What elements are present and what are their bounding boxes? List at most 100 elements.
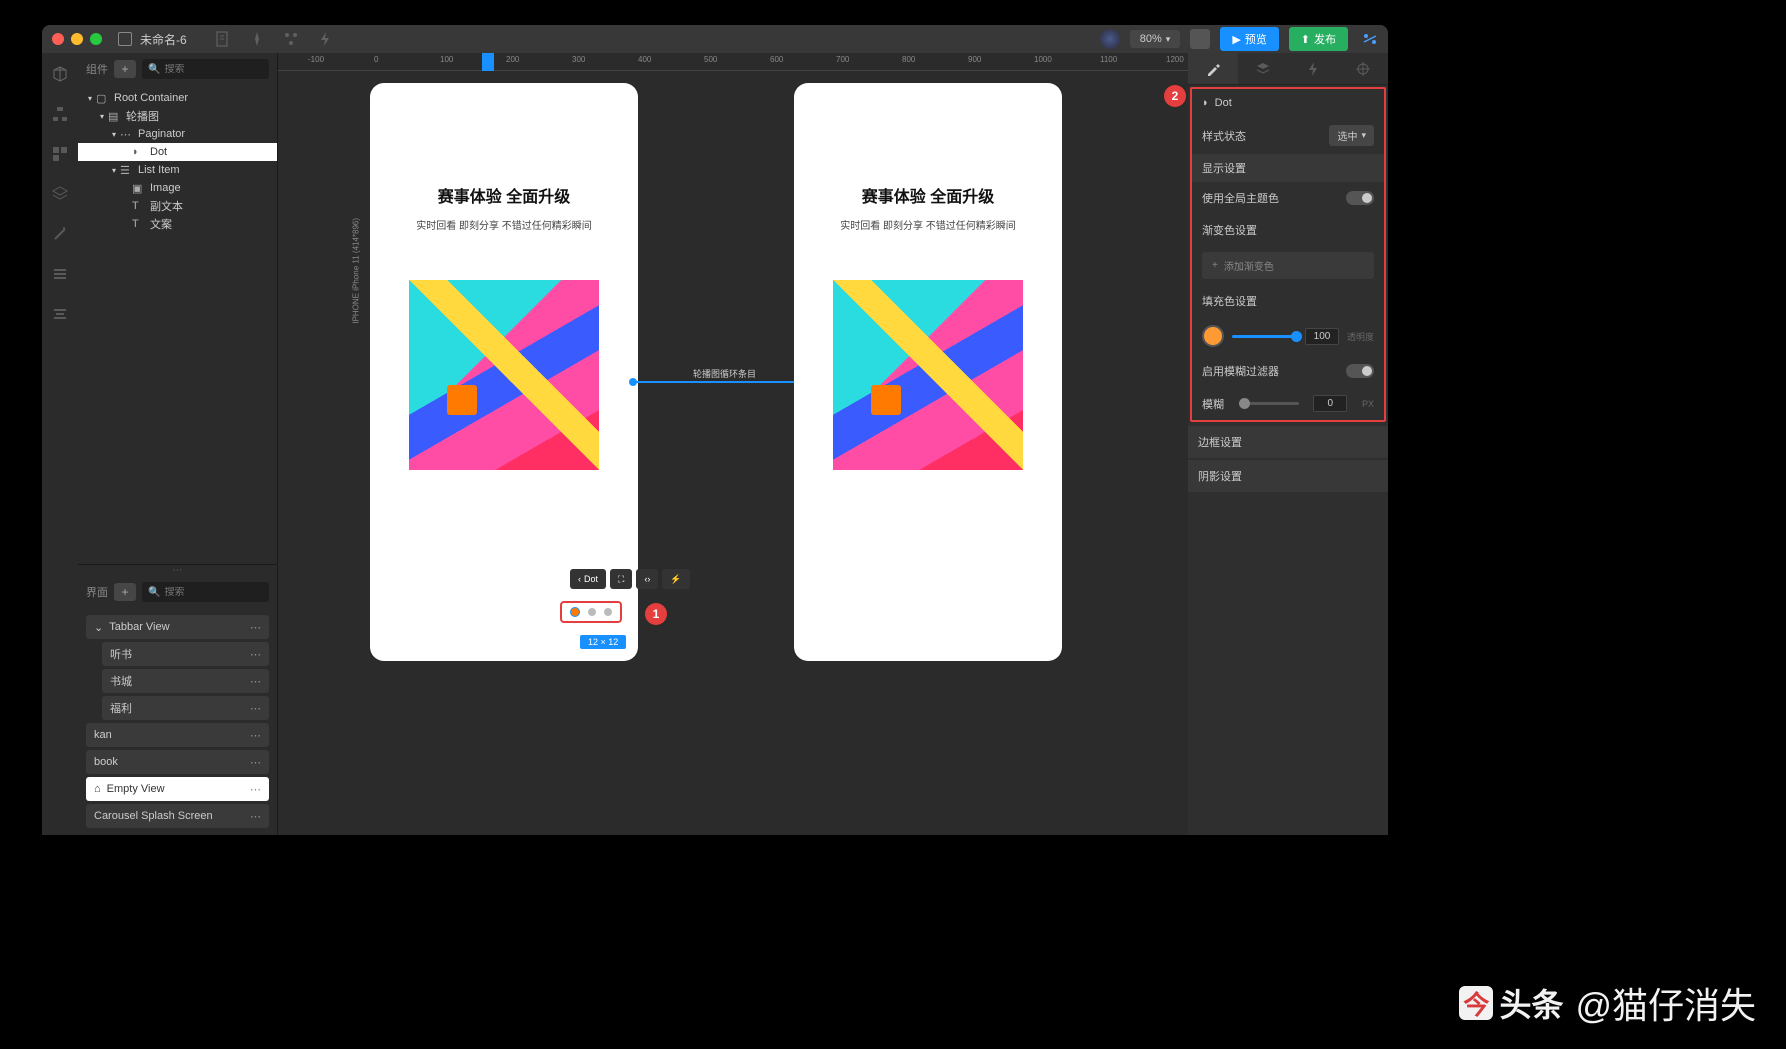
chevron-down-icon [1166, 33, 1171, 45]
tab-debug[interactable] [1338, 53, 1388, 84]
expand-icon[interactable]: ⛶ [610, 569, 632, 589]
tree-subtext[interactable]: T副文本 [78, 197, 277, 215]
search-icon: 🔍 [148, 64, 160, 75]
opacity-unit: 透明度 [1347, 330, 1374, 343]
carousel-image [409, 280, 599, 470]
right-panel: 2 ◗Dot 样式状态 选中 显示设置 使用全局主题色 渐变色设置 +添加渐变色… [1188, 53, 1388, 835]
close-window[interactable] [52, 33, 64, 45]
paginator-dots[interactable] [560, 601, 622, 623]
page-shucheng[interactable]: 书城⋯ [102, 669, 269, 693]
lightning-icon[interactable] [317, 31, 333, 47]
dot-icon: ◗ [1202, 97, 1209, 109]
watermark: 今头条 @猫仔消失 [1459, 977, 1756, 1029]
tree-list-item[interactable]: ▾☰List Item [78, 161, 277, 179]
preview-button[interactable]: ▶预览 [1220, 27, 1278, 51]
shadow-section[interactable]: 阴影设置 [1188, 460, 1388, 492]
settings-icon[interactable] [1362, 31, 1378, 47]
page-carousel-splash[interactable]: Carousel Splash Screen⋯ [86, 804, 269, 828]
left-panel: 组件 + 🔍 ▾▢Root Container ▾▤轮播图 ▾⋯Paginato… [78, 53, 278, 835]
tree-dot[interactable]: ◗Dot [78, 143, 277, 161]
fill-color-swatch[interactable] [1202, 325, 1224, 347]
headline: 赛事体验 全面升级 [794, 183, 1062, 207]
ruler-horizontal: -100010020030040050060070080090010001100… [278, 53, 1188, 71]
cube-icon[interactable] [51, 65, 69, 83]
add-gradient-button[interactable]: +添加渐变色 [1202, 252, 1374, 279]
blur-input[interactable] [1313, 395, 1347, 412]
tree-text[interactable]: T文案 [78, 215, 277, 233]
opacity-slider[interactable] [1232, 335, 1297, 338]
opacity-input[interactable] [1305, 328, 1339, 345]
lightning-icon[interactable]: ⚡ [662, 569, 689, 589]
tree-carousel[interactable]: ▾▤轮播图 [78, 107, 277, 125]
callout-1: 1 [645, 603, 667, 625]
ruler-marker [482, 53, 494, 71]
page-fuli[interactable]: 福利⋯ [102, 696, 269, 720]
window-title: 未命名-6 [140, 31, 187, 48]
style-state-label: 样式状态 [1202, 128, 1246, 144]
grid-icon[interactable] [51, 145, 69, 163]
artboard-1[interactable]: IPHONE iPhone 11 (414*896) 赛事体验 全面升级 实时回… [370, 83, 638, 661]
tree-image[interactable]: ▣Image [78, 179, 277, 197]
fill-section-label: 填充色设置 [1202, 293, 1257, 309]
tab-style[interactable] [1188, 53, 1238, 84]
breadcrumb-dot[interactable]: ‹ Dot [570, 569, 606, 589]
sidebar-toggle-icon[interactable] [118, 32, 132, 46]
chevron-down-icon: ⌄ [94, 621, 103, 634]
page-kan[interactable]: kan⋯ [86, 723, 269, 747]
connection-start [629, 378, 637, 386]
tree-paginator[interactable]: ▾⋯Paginator [78, 125, 277, 143]
app-window: 未命名-6 80% ▶预览 ⬆发布 [42, 25, 1388, 835]
dot-2[interactable] [588, 608, 596, 616]
hierarchy-icon[interactable] [51, 105, 69, 123]
code-icon[interactable]: ‹› [636, 569, 658, 589]
artboard-device-label: IPHONE iPhone 11 (414*896) [352, 218, 361, 324]
page-empty-view[interactable]: ⌂Empty View⋯ [86, 777, 269, 801]
dot-3[interactable] [604, 608, 612, 616]
page-tabbar-view[interactable]: ⌄Tabbar View⋯ [86, 615, 269, 639]
connection-label: 轮播图循环条目 [693, 367, 756, 380]
add-page-button[interactable]: + [114, 583, 136, 601]
display-section-header[interactable]: 显示设置 [1192, 154, 1384, 182]
tab-actions[interactable] [1288, 53, 1338, 84]
blur-slider[interactable] [1239, 402, 1299, 405]
zoom-select[interactable]: 80% [1130, 30, 1181, 48]
list-icon[interactable] [51, 265, 69, 283]
avatar[interactable] [1100, 29, 1120, 49]
search-icon: 🔍 [148, 587, 160, 598]
components-label: 组件 [86, 61, 108, 77]
page-book[interactable]: book⋯ [86, 750, 269, 774]
device-icon[interactable] [1190, 29, 1210, 49]
border-section[interactable]: 边框设置 [1188, 426, 1388, 458]
artboard-2[interactable]: 赛事体验 全面升级 实时回看 即刻分享 不错过任何精彩瞬间 [794, 83, 1062, 661]
blur-unit: PX [1362, 399, 1374, 409]
maximize-window[interactable] [90, 33, 102, 45]
search-input[interactable]: 🔍 [142, 59, 269, 79]
tab-layers[interactable] [1238, 53, 1288, 84]
inspector: 2 ◗Dot 样式状态 选中 显示设置 使用全局主题色 渐变色设置 +添加渐变色… [1190, 87, 1386, 422]
global-theme-toggle[interactable] [1346, 191, 1374, 205]
dot-1[interactable] [570, 607, 580, 617]
layers-icon[interactable] [51, 185, 69, 203]
subhead: 实时回看 即刻分享 不错过任何精彩瞬间 [370, 217, 638, 232]
inspector-title: Dot [1215, 97, 1232, 109]
callout-2: 2 [1164, 85, 1186, 107]
component-tree: ▾▢Root Container ▾▤轮播图 ▾⋯Paginator ◗Dot … [78, 85, 277, 564]
page-icon[interactable] [215, 31, 231, 47]
page-tingshu[interactable]: 听书⋯ [102, 642, 269, 666]
chevron-down-icon [1361, 130, 1366, 141]
canvas[interactable]: -100010020030040050060070080090010001100… [278, 53, 1188, 835]
titlebar: 未命名-6 80% ▶预览 ⬆发布 [42, 25, 1388, 53]
headline: 赛事体验 全面升级 [370, 183, 638, 207]
add-component-button[interactable]: + [114, 60, 136, 78]
tree-root-container[interactable]: ▾▢Root Container [78, 89, 277, 107]
selection-toolbar: ‹ Dot ⛶ ‹› ⚡ [570, 569, 690, 589]
blur-filter-toggle[interactable] [1346, 364, 1374, 378]
nodes-icon[interactable] [283, 31, 299, 47]
style-state-select[interactable]: 选中 [1329, 125, 1374, 146]
pages-search[interactable]: 🔍 [142, 582, 269, 602]
compass-icon[interactable] [249, 31, 265, 47]
align-icon[interactable] [51, 305, 69, 323]
wand-icon[interactable] [51, 225, 69, 243]
publish-button[interactable]: ⬆发布 [1289, 27, 1348, 51]
minimize-window[interactable] [71, 33, 83, 45]
